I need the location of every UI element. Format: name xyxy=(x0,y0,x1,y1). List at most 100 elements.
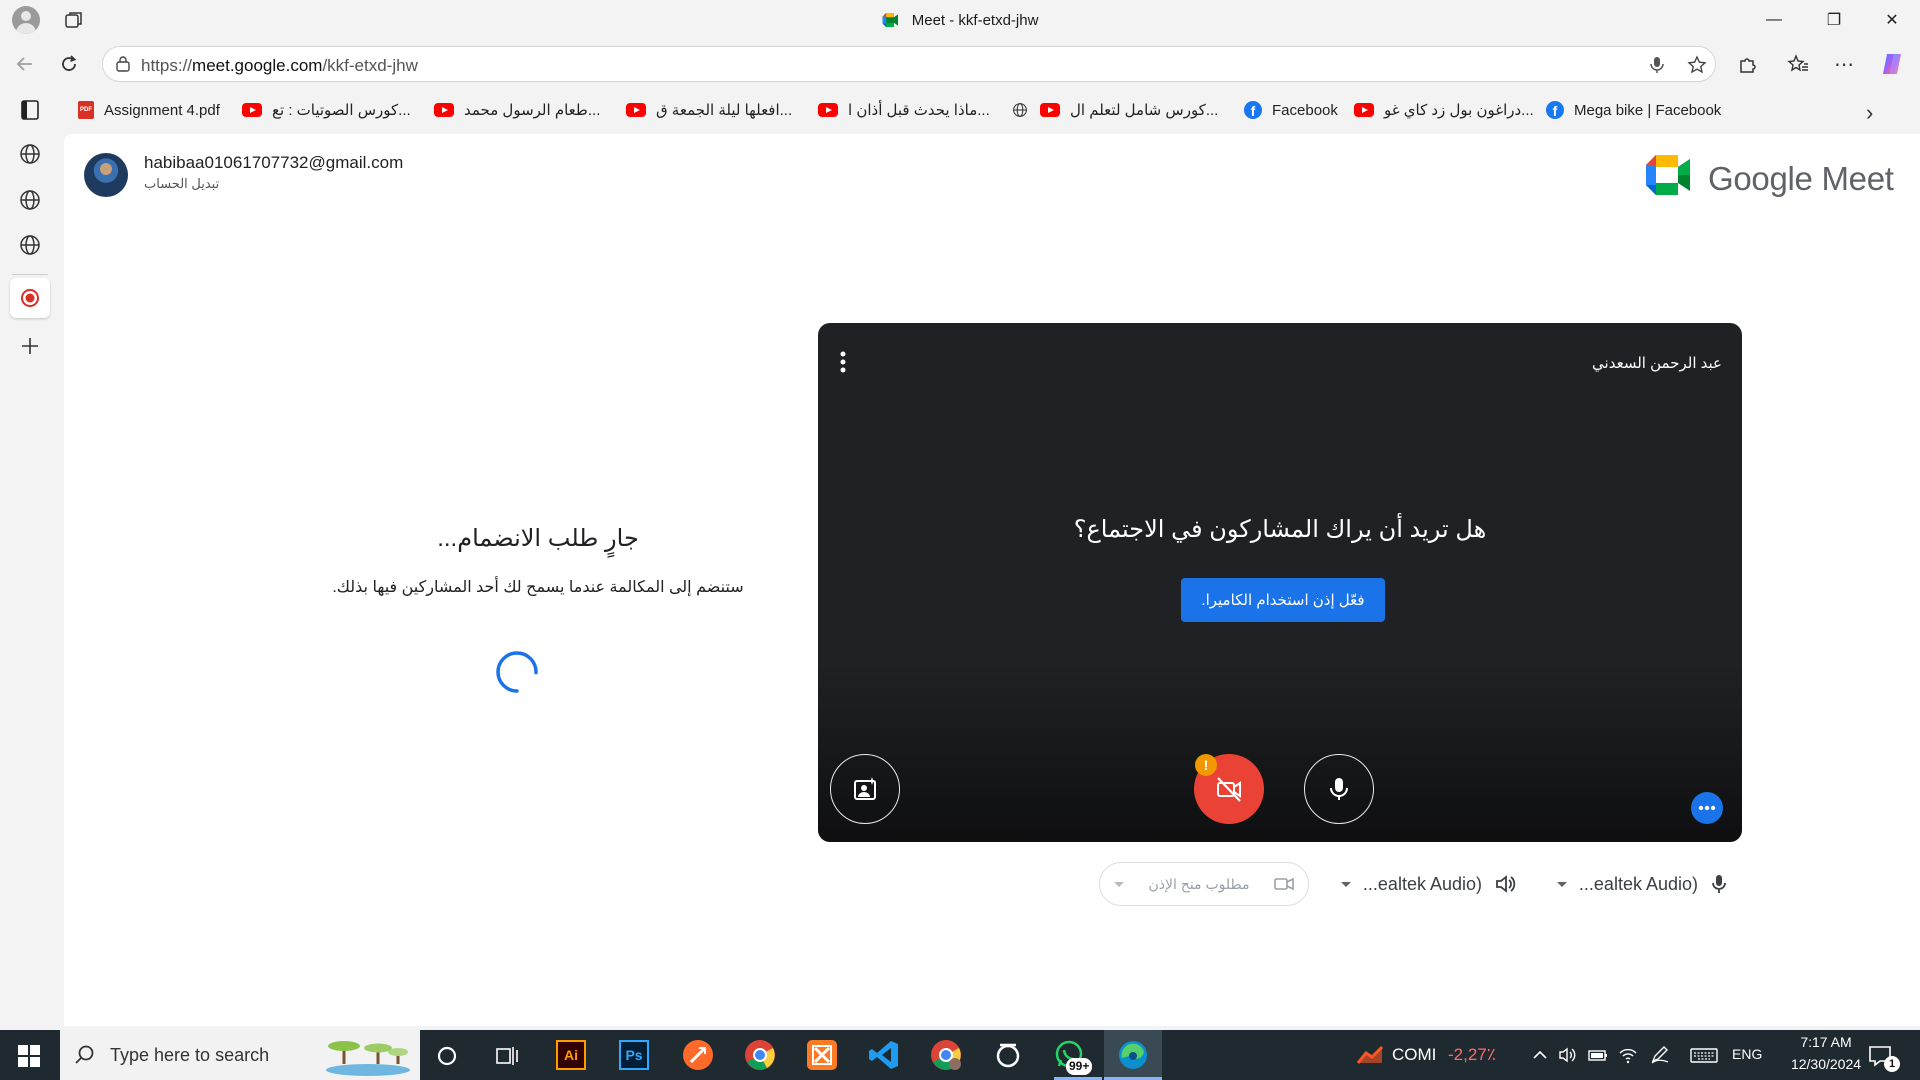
edge-icon[interactable] xyxy=(1116,1038,1150,1072)
chevron-down-icon xyxy=(1556,881,1567,887)
navigation-bar: https://meet.google.com/kkf-etxd-jhw ⋯ xyxy=(0,41,1920,87)
minimize-button[interactable]: — xyxy=(1746,0,1802,40)
refresh-icon xyxy=(62,55,77,71)
google-meet-logo xyxy=(1646,155,1690,195)
windows-start-icon[interactable] xyxy=(18,1045,40,1067)
more-options-icon[interactable] xyxy=(840,351,846,373)
google-meet-icon xyxy=(882,13,898,27)
vscode-icon[interactable] xyxy=(867,1038,901,1072)
microphone-button[interactable] xyxy=(1304,754,1374,824)
join-status-title: جارٍ طلب الانضمام... xyxy=(437,525,639,552)
microphone-select[interactable]: ...ealtek Audio) xyxy=(1552,862,1728,906)
bookmark-item[interactable]: دراغون بول زد كاي غو... xyxy=(1354,99,1534,121)
notifications-count-badge: 1 xyxy=(1884,1056,1900,1072)
bookmark-item[interactable]: كورس شامل لتعلم ال... xyxy=(1010,99,1218,121)
copilot-icon xyxy=(1883,54,1901,74)
task-view-icon[interactable] xyxy=(496,1045,520,1067)
clock-date[interactable]: 12/30/2024 xyxy=(1774,1056,1878,1072)
windows-taskbar: Type here to search Ai Ps 99+ COMI -2,27… xyxy=(0,1030,1920,1080)
speaker-select[interactable]: ...ealtek Audio) xyxy=(1336,862,1516,906)
vertical-tabs-icon[interactable] xyxy=(18,98,42,122)
stock-symbol: COMI xyxy=(1392,1045,1437,1064)
back-button[interactable] xyxy=(10,49,40,79)
account-avatar[interactable] xyxy=(84,153,128,197)
photoshop-icon[interactable]: Ps xyxy=(619,1040,649,1070)
copilot-button[interactable] xyxy=(1878,50,1906,78)
more-horizontal-icon: ⋯ xyxy=(1834,53,1854,76)
youtube-icon xyxy=(242,103,262,117)
chevron-up-icon[interactable] xyxy=(1530,1046,1550,1064)
app-orange-icon[interactable] xyxy=(681,1038,715,1072)
chrome-icon[interactable] xyxy=(743,1038,777,1072)
volume-icon[interactable] xyxy=(1558,1046,1578,1064)
close-window-button[interactable]: ✕ xyxy=(1864,0,1920,40)
settings-more-button[interactable]: ⋯ xyxy=(1830,50,1858,78)
extensions-button[interactable] xyxy=(1734,50,1762,78)
pdf-icon: PDF xyxy=(78,101,94,119)
threads-app-icon[interactable] xyxy=(991,1038,1025,1072)
search-icon xyxy=(75,1045,94,1064)
taskbar-search-box[interactable]: Type here to search xyxy=(60,1030,420,1080)
sidebar-divider xyxy=(12,274,48,275)
url-text[interactable]: https://meet.google.com/kkf-etxd-jhw xyxy=(141,56,418,76)
bookmark-item[interactable]: افعلها ليلة الجمعة ق... xyxy=(626,99,792,121)
camera-off-icon xyxy=(1217,777,1241,802)
illustrator-icon[interactable]: Ai xyxy=(556,1040,586,1070)
microphone-in-use-icon[interactable] xyxy=(1647,55,1667,75)
camera-question: هل تريد أن يراك المشاركون في الاجتماع؟ xyxy=(1073,516,1487,543)
favorite-star-icon[interactable] xyxy=(1687,55,1707,75)
keyboard-icon[interactable] xyxy=(1690,1046,1718,1064)
title-bar: Meet - kkf-etxd-jhw — ❐ ✕ xyxy=(0,0,1920,41)
cortana-icon[interactable] xyxy=(436,1045,458,1067)
facebook-icon: f xyxy=(1546,101,1564,119)
add-icon[interactable] xyxy=(18,334,42,358)
video-preview: عبد الرحمن السعدني هل تريد أن يراك المشا… xyxy=(818,323,1742,842)
speaker-select-label: ...ealtek Audio) xyxy=(1362,873,1482,894)
more-actions-button[interactable] xyxy=(1691,792,1723,824)
chevron-down-icon xyxy=(1114,881,1124,887)
stock-trend-icon[interactable] xyxy=(1356,1045,1384,1067)
visual-effects-button[interactable] xyxy=(830,754,900,824)
address-bar[interactable]: https://meet.google.com/kkf-etxd-jhw xyxy=(102,46,1716,82)
speaker-icon xyxy=(1496,875,1516,893)
camera-warning-badge: ! xyxy=(1195,754,1217,776)
globe-icon xyxy=(1013,103,1027,117)
stock-change: -2,27٪ xyxy=(1448,1045,1496,1064)
clock-time[interactable]: 7:17 AM xyxy=(1782,1034,1870,1050)
wifi-icon[interactable] xyxy=(1618,1046,1638,1064)
camera-icon xyxy=(1274,877,1294,891)
allow-camera-button[interactable]: فعّل إذن استخدام الكاميرا. xyxy=(1181,578,1385,622)
youtube-icon xyxy=(1354,103,1374,117)
globe-icon[interactable] xyxy=(18,188,42,212)
bookmark-item[interactable]: PDF Assignment 4.pdf xyxy=(78,99,220,121)
chrome-profile-icon[interactable] xyxy=(929,1038,963,1072)
bookmark-item[interactable]: طعام الرسول محمد... xyxy=(434,99,600,121)
camera-select[interactable]: مطلوب منح الإذن xyxy=(1099,862,1309,906)
account-email: habibaa01061707732@gmail.com xyxy=(144,153,404,172)
globe-icon[interactable] xyxy=(18,142,42,166)
bookmark-item[interactable]: f Mega bike | Facebook xyxy=(1546,99,1721,121)
language-indicator[interactable]: ENG xyxy=(1732,1046,1762,1062)
xampp-icon[interactable] xyxy=(805,1038,839,1072)
bookmarks-overflow-button[interactable]: › xyxy=(1866,100,1873,126)
favorites-button[interactable] xyxy=(1784,50,1812,78)
minimize-icon: — xyxy=(1766,11,1782,28)
bookmark-item[interactable]: f Facebook xyxy=(1244,99,1338,121)
switch-account-link[interactable]: تبديل الحساب xyxy=(144,176,219,192)
pen-icon[interactable] xyxy=(1650,1046,1670,1064)
camera-select-label: مطلوب منح الإذن xyxy=(1148,875,1250,892)
restore-button[interactable]: ❐ xyxy=(1806,0,1862,40)
chevron-right-icon: › xyxy=(1866,100,1874,125)
site-info-icon[interactable] xyxy=(115,56,131,72)
loading-spinner-icon xyxy=(496,651,538,693)
back-arrow-icon xyxy=(16,57,32,71)
recording-tab[interactable] xyxy=(10,278,50,318)
bookmark-item[interactable]: كورس الصوتيات : تع... xyxy=(242,99,411,121)
globe-icon[interactable] xyxy=(18,233,42,257)
favorites-list-icon xyxy=(1787,54,1808,72)
bookmark-item[interactable]: ماذا يحدث قبل أذان ا... xyxy=(818,99,990,121)
refresh-button[interactable] xyxy=(54,49,84,79)
puzzle-icon xyxy=(1740,58,1756,73)
record-icon xyxy=(21,289,39,307)
battery-icon[interactable] xyxy=(1588,1046,1608,1064)
